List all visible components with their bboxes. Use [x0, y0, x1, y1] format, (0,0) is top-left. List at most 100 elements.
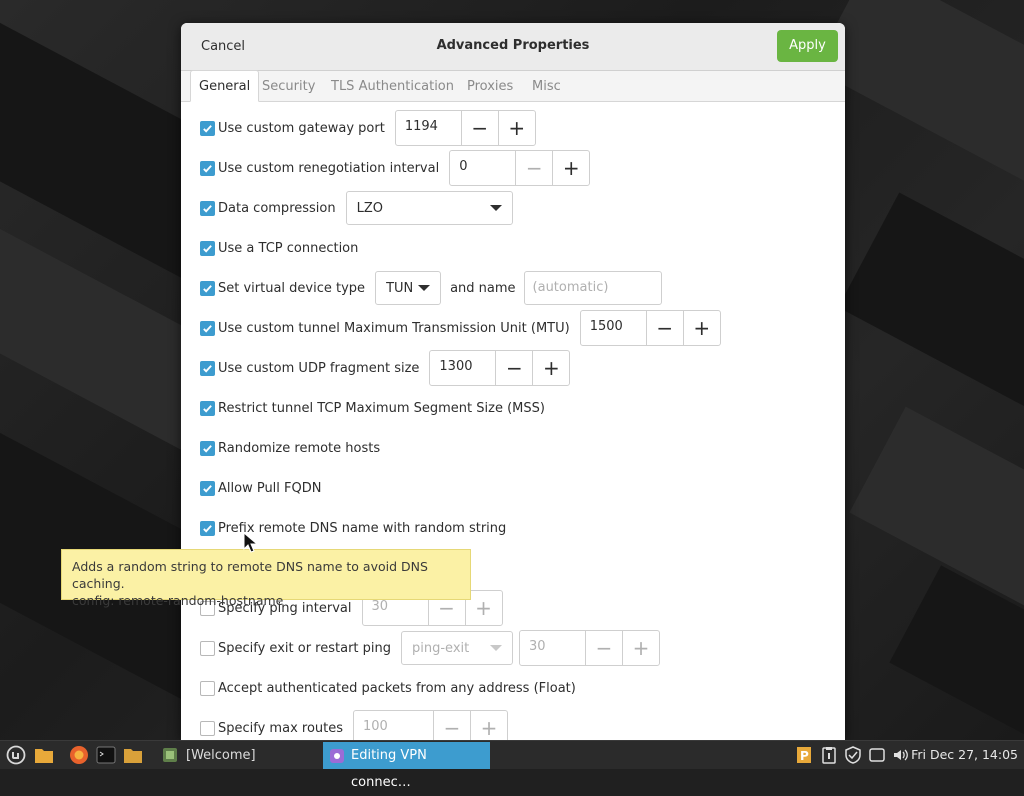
- gateway-port-checkbox[interactable]: [200, 120, 215, 136]
- task-editing-vpn[interactable]: Editing VPN connec…: [323, 742, 490, 790]
- firefox-icon[interactable]: [68, 744, 90, 766]
- device-name-label: and name: [450, 280, 516, 296]
- gateway-port-row: Use custom gateway port 1194 − +: [200, 110, 536, 146]
- mtu-input[interactable]: 1500: [581, 311, 647, 345]
- device-type-checkbox[interactable]: [200, 280, 215, 296]
- apply-button[interactable]: Apply: [777, 30, 838, 62]
- tab-proxies[interactable]: Proxies: [467, 71, 513, 101]
- renegotiation-decrement-button[interactable]: −: [516, 151, 552, 185]
- randomize-hosts-label: Randomize remote hosts: [218, 440, 381, 456]
- tcp-row: Use a TCP connection: [200, 231, 358, 265]
- clock[interactable]: Fri Dec 27, 14:05: [911, 741, 1018, 769]
- advanced-properties-dialog: Cancel Advanced Properties Apply General…: [181, 23, 845, 740]
- max-routes-increment-button[interactable]: +: [470, 711, 507, 740]
- max-routes-label: Specify max routes: [218, 720, 344, 736]
- renegotiation-row: Use custom renegotiation interval 0 − +: [200, 150, 591, 186]
- dropdown-arrow-icon: [490, 645, 502, 651]
- device-type-value: TUN: [386, 280, 414, 296]
- folder-icon[interactable]: [33, 744, 55, 766]
- float-row: Accept authenticated packets from any ad…: [200, 671, 576, 705]
- device-name-input[interactable]: (automatic): [523, 271, 662, 305]
- mtu-decrement-button[interactable]: −: [647, 311, 683, 345]
- mss-label: Restrict tunnel TCP Maximum Segment Size…: [218, 400, 545, 416]
- exit-ping-label: Specify exit or restart ping: [218, 640, 391, 656]
- volume-icon[interactable]: [890, 744, 912, 766]
- files-icon[interactable]: [122, 744, 144, 766]
- clipboard-indicator-icon[interactable]: P: [793, 744, 815, 766]
- tooltip-line-2: config: remote-random-hostname: [72, 593, 284, 608]
- gateway-port-spinner: 1194 − +: [394, 110, 536, 146]
- shield-icon[interactable]: [842, 744, 864, 766]
- renegotiation-checkbox[interactable]: [200, 160, 215, 176]
- tab-tls-authentication[interactable]: TLS Authentication: [331, 71, 454, 101]
- exit-ping-decrement-button[interactable]: −: [586, 631, 622, 665]
- float-label: Accept authenticated packets from any ad…: [218, 680, 576, 696]
- menu-icon[interactable]: [5, 744, 27, 766]
- compression-label: Data compression: [218, 200, 336, 216]
- max-routes-row: Specify max routes 100 − +: [200, 710, 509, 740]
- gateway-port-input[interactable]: 1194: [396, 111, 462, 145]
- renegotiation-spinner: 0 − +: [449, 150, 591, 186]
- mss-row: Restrict tunnel TCP Maximum Segment Size…: [200, 391, 545, 425]
- max-routes-checkbox[interactable]: [200, 720, 215, 736]
- tab-general[interactable]: General: [190, 70, 260, 102]
- udp-fragment-spinner: 1300 − +: [429, 350, 571, 386]
- tcp-label: Use a TCP connection: [218, 240, 359, 256]
- gateway-port-decrement-button[interactable]: −: [462, 111, 498, 145]
- terminal-icon[interactable]: [95, 744, 117, 766]
- udp-fragment-label: Use custom UDP fragment size: [218, 360, 420, 376]
- udp-fragment-decrement-button[interactable]: −: [496, 351, 532, 385]
- vpn-app-icon: [329, 747, 345, 763]
- compression-row: Data compression LZO: [200, 191, 513, 225]
- randomize-hosts-checkbox[interactable]: [200, 440, 215, 456]
- mouse-pointer-icon: [243, 532, 259, 553]
- prefix-dns-checkbox[interactable]: [200, 520, 215, 536]
- max-routes-spinner: 100 − +: [353, 710, 509, 740]
- randomize-hosts-row: Randomize remote hosts: [200, 431, 380, 465]
- mtu-label: Use custom tunnel Maximum Transmission U…: [218, 320, 570, 336]
- task-editing-vpn-label: Editing VPN connec…: [351, 748, 427, 790]
- dropdown-arrow-icon: [418, 285, 431, 291]
- mtu-increment-button[interactable]: +: [682, 311, 720, 345]
- max-routes-decrement-button[interactable]: −: [434, 711, 470, 740]
- device-type-row: Set virtual device type TUN and name (au…: [200, 271, 662, 305]
- exit-ping-increment-button[interactable]: +: [622, 631, 659, 665]
- update-manager-icon[interactable]: [818, 744, 840, 766]
- device-type-dropdown[interactable]: TUN: [375, 271, 442, 305]
- renegotiation-input[interactable]: 0: [450, 151, 517, 185]
- tooltip: Adds a random string to remote DNS name …: [61, 549, 471, 608]
- max-routes-input[interactable]: 100: [354, 711, 435, 740]
- mss-checkbox[interactable]: [200, 400, 215, 416]
- tab-misc[interactable]: Misc: [532, 71, 561, 101]
- network-icon[interactable]: [866, 744, 888, 766]
- udp-fragment-increment-button[interactable]: +: [532, 351, 569, 385]
- gateway-port-increment-button[interactable]: +: [497, 111, 535, 145]
- svg-text:P: P: [800, 749, 809, 763]
- dialog-title: Advanced Properties: [436, 38, 590, 53]
- udp-fragment-input[interactable]: 1300: [430, 351, 497, 385]
- mtu-checkbox[interactable]: [200, 320, 215, 336]
- compression-dropdown[interactable]: LZO: [345, 191, 513, 225]
- float-checkbox[interactable]: [200, 680, 215, 696]
- exit-ping-checkbox[interactable]: [200, 640, 215, 656]
- exit-ping-mode-dropdown[interactable]: ping-exit: [401, 631, 513, 665]
- renegotiation-label: Use custom renegotiation interval: [218, 160, 440, 176]
- welcome-app-icon: [159, 744, 181, 766]
- tab-security[interactable]: Security: [262, 71, 315, 101]
- tcp-checkbox[interactable]: [200, 240, 215, 256]
- device-type-label: Set virtual device type: [218, 280, 366, 296]
- gateway-port-label: Use custom gateway port: [218, 120, 385, 136]
- tab-bar: General Security TLS Authentication Prox…: [181, 70, 845, 102]
- exit-ping-row: Specify exit or restart ping ping-exit 3…: [200, 630, 660, 666]
- task-welcome[interactable]: [Welcome]: [180, 742, 262, 769]
- pull-fqdn-checkbox[interactable]: [200, 480, 215, 496]
- compression-checkbox[interactable]: [200, 200, 215, 216]
- pull-fqdn-row: Allow Pull FQDN: [200, 471, 322, 505]
- renegotiation-increment-button[interactable]: +: [552, 151, 589, 185]
- taskbar: [Welcome] Editing VPN connec… P Fri Dec …: [0, 740, 1024, 790]
- mtu-row: Use custom tunnel Maximum Transmission U…: [200, 310, 721, 346]
- mtu-spinner: 1500 − +: [579, 310, 721, 346]
- exit-ping-input[interactable]: 30: [520, 631, 586, 665]
- exit-ping-spinner: 30 − +: [519, 630, 660, 666]
- udp-fragment-checkbox[interactable]: [200, 360, 215, 376]
